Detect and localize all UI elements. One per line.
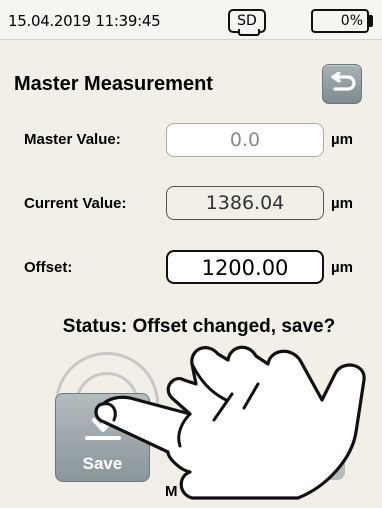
current-value-unit: µm <box>331 195 353 212</box>
current-value-field: 1386.04 <box>166 186 324 220</box>
master-value-unit: µm <box>331 131 353 148</box>
back-button[interactable] <box>322 64 362 104</box>
page-title: Master Measurement <box>14 73 213 95</box>
back-arrow-icon <box>331 72 356 91</box>
secondary-button[interactable] <box>275 395 345 480</box>
status-message: Status: Offset changed, save? <box>62 316 336 337</box>
datetime: 15.04.2019 11:39:45 <box>8 12 161 30</box>
battery-icon: 0% <box>311 9 369 33</box>
master-value-label: Master Value: <box>24 131 121 148</box>
save-button[interactable]: Save <box>55 393 150 482</box>
master-value-field[interactable]: 0.0 <box>166 123 324 157</box>
offset-label: Offset: <box>24 259 73 276</box>
bottom-partial-label: M <box>165 483 178 500</box>
save-label: Save <box>82 454 123 473</box>
battery-level: 0% <box>340 13 363 29</box>
current-value-label: Current Value: <box>24 195 127 212</box>
sd-card-label: SD <box>237 13 257 29</box>
download-arrow-icon <box>85 406 121 440</box>
offset-field[interactable]: 1200.00 <box>166 250 324 284</box>
sd-card-icon: SD <box>228 9 266 36</box>
battery-tip <box>368 15 373 27</box>
status-bar: 15.04.2019 11:39:45 SD 0% <box>0 0 382 40</box>
offset-unit: µm <box>331 259 353 276</box>
